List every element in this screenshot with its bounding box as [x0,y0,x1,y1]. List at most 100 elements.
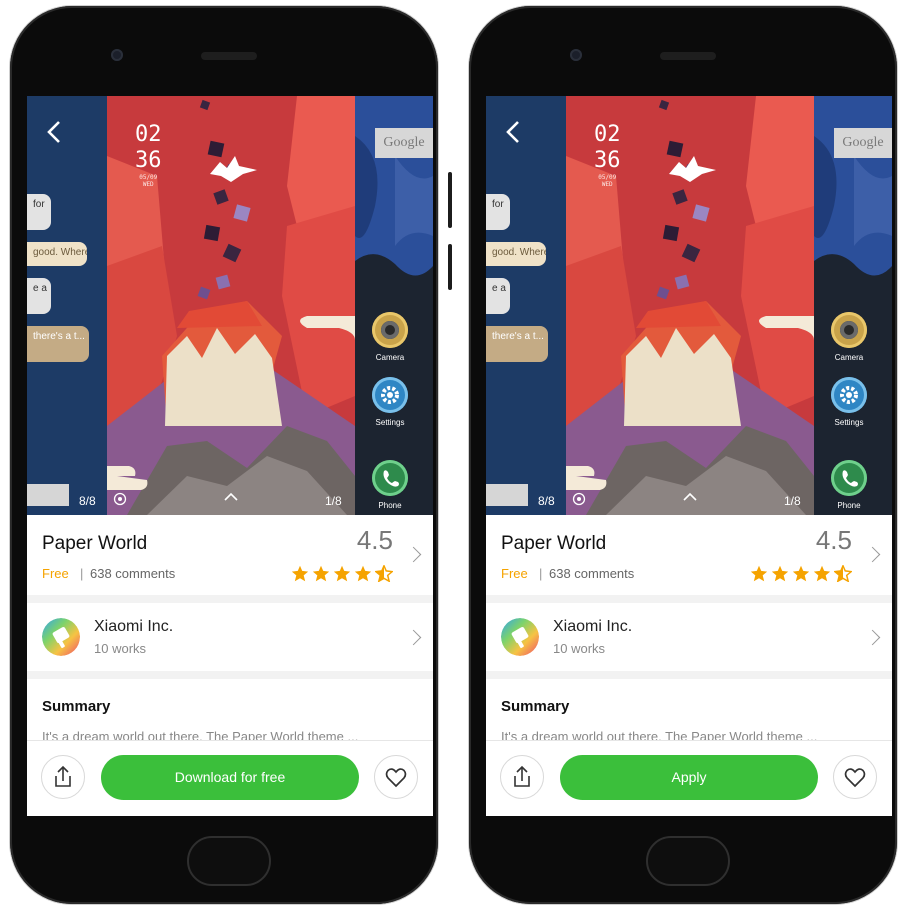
comments-link[interactable]: 638 comments [90,566,175,581]
chat-bubble: there's a t... [27,326,89,362]
front-camera [570,49,582,61]
developer-logo [42,618,80,656]
camera-icon[interactable] [372,312,408,348]
phone-right: for good. Where? e a there's a t... [459,0,901,910]
app-label-phone: Phone [837,501,861,510]
share-button[interactable] [500,755,544,799]
lock-clock: 02 36 05/09 WED [594,122,621,188]
camera-shortcut-icon [572,492,586,506]
developer-works: 10 works [553,641,606,656]
chevron-right-icon[interactable] [864,546,881,563]
price-separator: | [80,566,84,581]
google-search-widget[interactable]: Google [375,128,433,158]
app-label-camera: Camera [375,353,405,362]
half-star-icon [834,565,852,582]
star-icon [771,565,789,582]
chat-input-field [486,484,528,506]
developer-logo [501,618,539,656]
heart-icon [385,768,407,788]
phone-icon[interactable] [372,460,408,496]
app-label-settings: Settings [834,418,864,427]
action-bar: Apply [486,741,892,816]
preview-gallery[interactable]: for good. Where? e a there's a t... [486,96,892,515]
star-icon [333,565,351,582]
share-button[interactable] [41,755,85,799]
preview-wallpaper: 02 36 05/09 WED [566,96,814,515]
chevron-right-icon[interactable] [405,629,422,646]
preview-gallery[interactable]: for good. Where? e a there's a t... [27,96,433,515]
theme-title: Paper World [501,533,607,554]
phone-icon[interactable] [831,460,867,496]
preview-wallpaper: 02 36 05/09 WED [107,96,355,515]
price-label: Free [501,566,528,581]
comments-link[interactable]: 638 comments [549,566,634,581]
power-button [448,244,452,290]
lock-clock: 02 36 05/09 WED [135,122,162,188]
clock-minute: 36 [594,148,621,173]
chevron-right-icon[interactable] [405,546,422,563]
heart-icon [844,768,866,788]
share-icon [55,765,71,787]
chat-bubble: good. Where? [27,242,87,266]
volume-button [448,172,452,228]
phone-screen: for good. Where? e a there's a t... [27,96,433,816]
chat-bubble: good. Where? [486,242,546,266]
clock-date: 05/09 [598,174,617,181]
chat-bubble: there's a t... [486,326,548,362]
clock-date: 05/09 [139,174,158,181]
camera-shortcut-icon [113,492,127,506]
preview-home-screen: Google Camera Settings Phone [355,96,433,515]
camera-icon[interactable] [831,312,867,348]
developer-name[interactable]: Xiaomi Inc. [553,618,632,636]
phone-left: for good. Where? e a there's a t... [0,0,452,910]
chat-bubble: for [486,194,510,230]
home-wallpaper [355,96,433,515]
section-divider [486,595,892,603]
star-icon [291,565,309,582]
favorite-button[interactable] [833,755,877,799]
back-arrow-icon[interactable] [500,118,528,146]
home-wallpaper [814,96,892,515]
clock-day: WED [142,181,154,188]
favorite-button[interactable] [374,755,418,799]
rating-value: 4.5 [815,525,852,555]
download-button[interactable]: Download for free [101,755,359,800]
rating-stars [750,565,852,582]
home-button[interactable] [646,836,730,886]
developer-name[interactable]: Xiaomi Inc. [94,618,173,636]
section-divider [27,671,433,679]
phone-screen: for good. Where? e a there's a t... [486,96,892,816]
chevron-right-icon[interactable] [864,629,881,646]
summary-heading: Summary [42,698,111,715]
front-camera [111,49,123,61]
home-button[interactable] [187,836,271,886]
apply-button[interactable]: Apply [560,755,818,800]
chat-bubble: e a [27,278,51,314]
theme-title: Paper World [42,533,148,554]
earpiece-speaker [660,52,716,60]
price-label: Free [42,566,69,581]
preview-counter-left: 8/8 [538,494,555,508]
earpiece-speaker [201,52,257,60]
star-icon [813,565,831,582]
chat-bubble: e a [486,278,510,314]
preview-home-screen: Google Camera Settings Phone [814,96,892,515]
back-arrow-icon[interactable] [41,118,69,146]
app-label-camera: Camera [834,353,864,362]
section-divider [27,595,433,603]
google-search-widget[interactable]: Google [834,128,892,158]
preview-counter-right: 1/8 [325,494,342,508]
price-separator: | [539,566,543,581]
gear-icon[interactable] [831,377,867,413]
app-label-phone: Phone [378,501,402,510]
gear-icon[interactable] [372,377,408,413]
preview-chat-screen: for good. Where? e a there's a t... [486,96,566,515]
clock-hour: 02 [594,122,621,147]
star-icon [312,565,330,582]
swipe-up-chevron-icon [683,492,697,501]
half-star-icon [375,565,393,582]
chat-bubble: for [27,194,51,230]
star-icon [354,565,372,582]
developer-works: 10 works [94,641,147,656]
swipe-up-chevron-icon [224,492,238,501]
